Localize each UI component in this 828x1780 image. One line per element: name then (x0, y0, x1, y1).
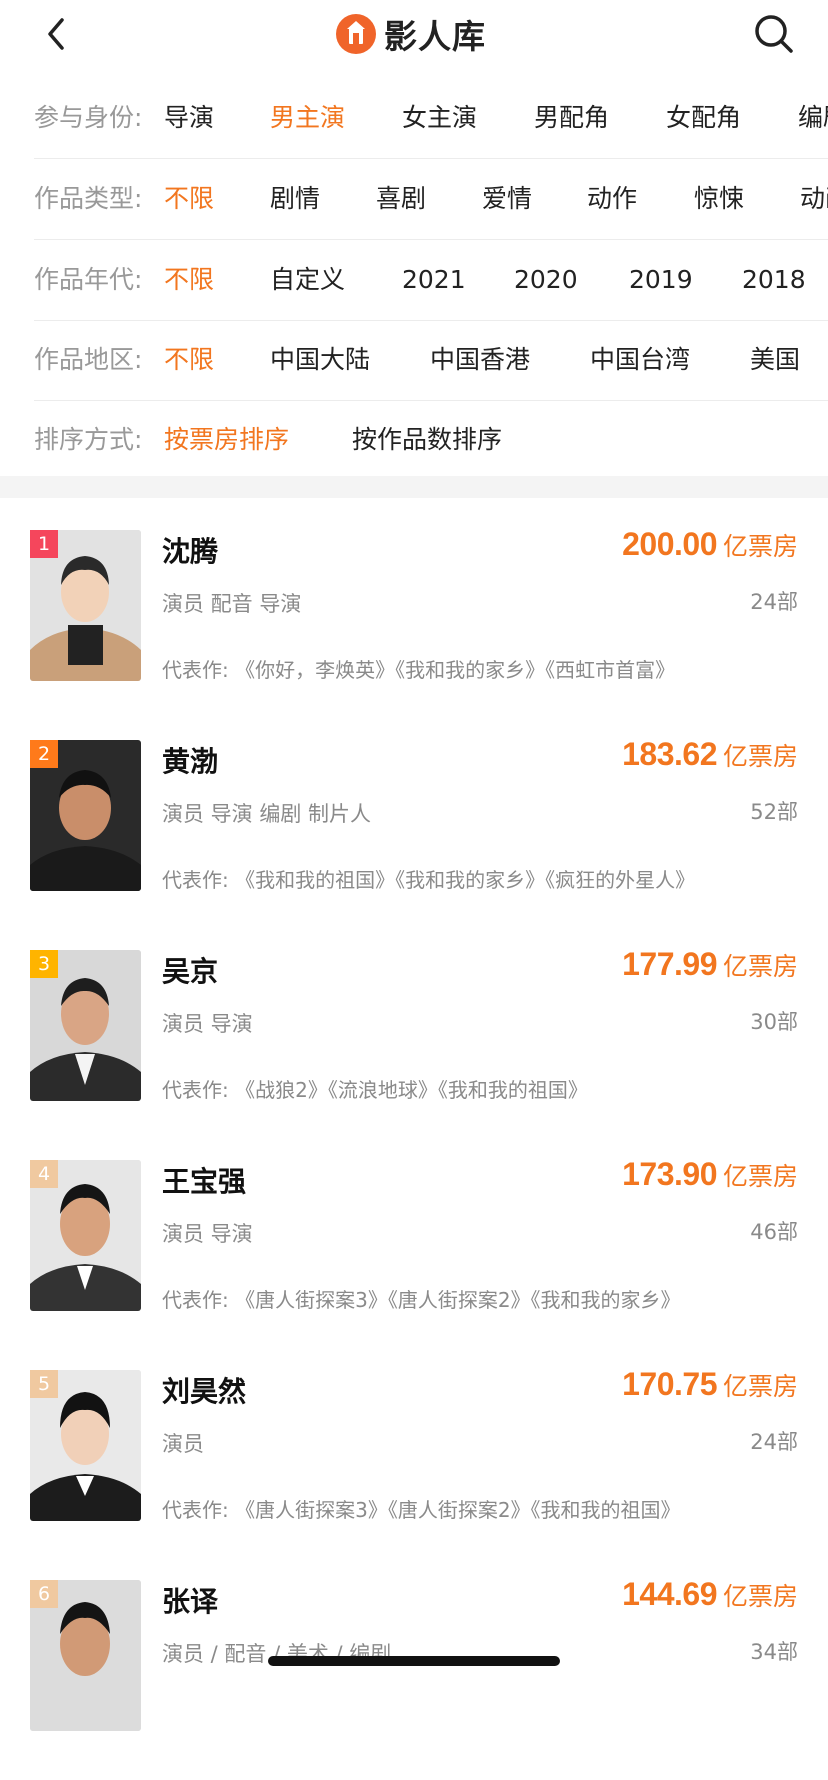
rank-badge: 6 (30, 1580, 58, 1608)
list-item[interactable]: 3 吴京 演员 导演 代表作: 《战狼2》《流浪地球》《我和我的祖国》 177.… (0, 946, 828, 1150)
filter-row-region: 作品地区: 不限 中国大陆 中国香港 中国台湾 美国 (34, 320, 828, 401)
representative-works: 代表作: 《我和我的祖国》《我和我的家乡》《疯狂的外星人》 (162, 868, 696, 892)
representative-works: 代表作: 《战狼2》《流浪地球》《我和我的祖国》 (162, 1078, 588, 1102)
box-office: 183.62 亿票房 (622, 736, 798, 773)
person-roles: 演员 导演 编剧 制片人 (162, 802, 372, 826)
list-item[interactable]: 4 王宝强 演员 导演 代表作: 《唐人街探案3》《唐人街探案2》《我和我的家乡… (0, 1156, 828, 1360)
filter-option-2020[interactable]: 2020 (514, 240, 578, 320)
chevron-left-icon (48, 18, 64, 50)
back-button[interactable] (42, 14, 72, 54)
rank-badge: 1 (30, 530, 58, 558)
logo-icon (336, 14, 376, 54)
filter-row-year: 作品年代: 不限 自定义 2021 2020 2019 2018 (34, 240, 828, 321)
filter-option-female-lead[interactable]: 女主演 (402, 78, 477, 158)
box-office-unit: 亿票房 (722, 742, 798, 771)
filter-option-drama[interactable]: 剧情 (270, 159, 320, 239)
box-office-value: 177.99 (622, 946, 717, 982)
person-name: 吴京 (162, 955, 219, 988)
filter-option-any[interactable]: 不限 (164, 240, 214, 320)
box-office-value: 173.90 (622, 1156, 717, 1192)
filter-option-mainland[interactable]: 中国大陆 (270, 320, 370, 400)
filter-label: 参与身份: (34, 103, 143, 132)
filter-option-custom[interactable]: 自定义 (270, 240, 345, 320)
box-office-unit: 亿票房 (722, 1582, 798, 1611)
sort-option-box-office[interactable]: 按票房排序 (164, 400, 289, 480)
filter-option-taiwan[interactable]: 中国台湾 (590, 320, 690, 400)
person-name: 刘昊然 (162, 1375, 247, 1408)
filter-option-director[interactable]: 导演 (164, 78, 214, 158)
filter-row-genre: 作品类型: 不限 剧情 喜剧 爱情 动作 惊悚 动画 (34, 159, 828, 240)
filter-option-male-support[interactable]: 男配角 (534, 78, 609, 158)
person-roles: 演员 (162, 1432, 204, 1456)
work-count: 24部 (750, 1430, 798, 1454)
work-count: 52部 (750, 800, 798, 824)
box-office-unit: 亿票房 (722, 1162, 798, 1191)
person-roles: 演员 配音 导演 (162, 592, 302, 616)
work-count: 24部 (750, 590, 798, 614)
box-office-value: 183.62 (622, 736, 717, 772)
list-item[interactable]: 6 张译 演员 / 配音 / 美术 / 编剧 144.69 亿票房 34部 (0, 1576, 828, 1780)
page-title: 影人库 (384, 17, 486, 56)
filter-option-female-support[interactable]: 女配角 (666, 78, 741, 158)
filter-row-role: 参与身份: 导演 男主演 女主演 男配角 女配角 编剧 (34, 78, 828, 159)
rank-badge: 4 (30, 1160, 58, 1188)
rank-badge: 3 (30, 950, 58, 978)
person-name: 张译 (162, 1585, 219, 1618)
box-office: 177.99 亿票房 (622, 946, 798, 983)
filter-option-2018[interactable]: 2018 (742, 240, 806, 320)
box-office: 173.90 亿票房 (622, 1156, 798, 1193)
section-divider (0, 476, 828, 498)
representative-works: 代表作: 《唐人街探案3》《唐人街探案2》《我和我的家乡》 (162, 1288, 681, 1312)
filter-label: 作品地区: (34, 345, 143, 374)
filter-label: 作品年代: (34, 265, 143, 294)
filter-option-2021[interactable]: 2021 (402, 240, 466, 320)
filter-option-2019[interactable]: 2019 (629, 240, 693, 320)
rank-badge: 2 (30, 740, 58, 768)
rank-badge: 5 (30, 1370, 58, 1398)
filter-option-action[interactable]: 动作 (587, 159, 637, 239)
filter-option-comedy[interactable]: 喜剧 (376, 159, 426, 239)
list-item[interactable]: 1 沈腾 演员 配音 导演 代表作: 《你好，李焕英》《我和我的家乡》《西虹市首… (0, 526, 828, 730)
person-name: 王宝强 (162, 1165, 247, 1198)
search-icon (755, 15, 793, 53)
filter-label: 作品类型: (34, 184, 143, 213)
box-office-unit: 亿票房 (722, 952, 798, 981)
representative-works: 代表作: 《唐人街探案3》《唐人街探案2》《我和我的祖国》 (162, 1498, 681, 1522)
work-count: 46部 (750, 1220, 798, 1244)
filter-option-hongkong[interactable]: 中国香港 (430, 320, 530, 400)
box-office: 144.69 亿票房 (622, 1576, 798, 1613)
box-office-value: 144.69 (622, 1576, 717, 1612)
work-count: 34部 (750, 1640, 798, 1664)
sort-option-work-count[interactable]: 按作品数排序 (352, 400, 502, 480)
filter-option-animation[interactable]: 动画 (800, 159, 828, 239)
person-roles: 演员 导演 (162, 1222, 253, 1246)
person-name: 黄渤 (162, 745, 219, 778)
filter-option-male-lead[interactable]: 男主演 (270, 78, 345, 158)
list-item[interactable]: 5 刘昊然 演员 代表作: 《唐人街探案3》《唐人街探案2》《我和我的祖国》 1… (0, 1366, 828, 1570)
box-office-unit: 亿票房 (722, 1372, 798, 1401)
filter-option-any[interactable]: 不限 (164, 320, 214, 400)
person-roles: 演员 导演 (162, 1012, 253, 1036)
box-office-value: 200.00 (622, 526, 717, 562)
filter-option-usa[interactable]: 美国 (750, 320, 800, 400)
filter-option-screenwriter[interactable]: 编剧 (798, 78, 828, 158)
home-indicator[interactable] (268, 1656, 560, 1666)
filter-label: 排序方式: (34, 425, 143, 454)
list-item[interactable]: 2 黄渤 演员 导演 编剧 制片人 代表作: 《我和我的祖国》《我和我的家乡》《… (0, 736, 828, 940)
work-count: 30部 (750, 1010, 798, 1034)
filter-option-thriller[interactable]: 惊悚 (694, 159, 744, 239)
filter-option-any[interactable]: 不限 (164, 159, 214, 239)
box-office: 170.75 亿票房 (622, 1366, 798, 1403)
box-office: 200.00 亿票房 (622, 526, 798, 563)
box-office-value: 170.75 (622, 1366, 717, 1402)
box-office-unit: 亿票房 (722, 532, 798, 561)
person-name: 沈腾 (162, 535, 219, 568)
top-nav-bar: 影人库 (0, 0, 828, 70)
filter-row-sort: 排序方式: 按票房排序 按作品数排序 (34, 400, 828, 480)
representative-works: 代表作: 《你好，李焕英》《我和我的家乡》《西虹市首富》 (162, 658, 676, 682)
filter-option-romance[interactable]: 爱情 (482, 159, 532, 239)
search-button[interactable] (752, 12, 796, 56)
